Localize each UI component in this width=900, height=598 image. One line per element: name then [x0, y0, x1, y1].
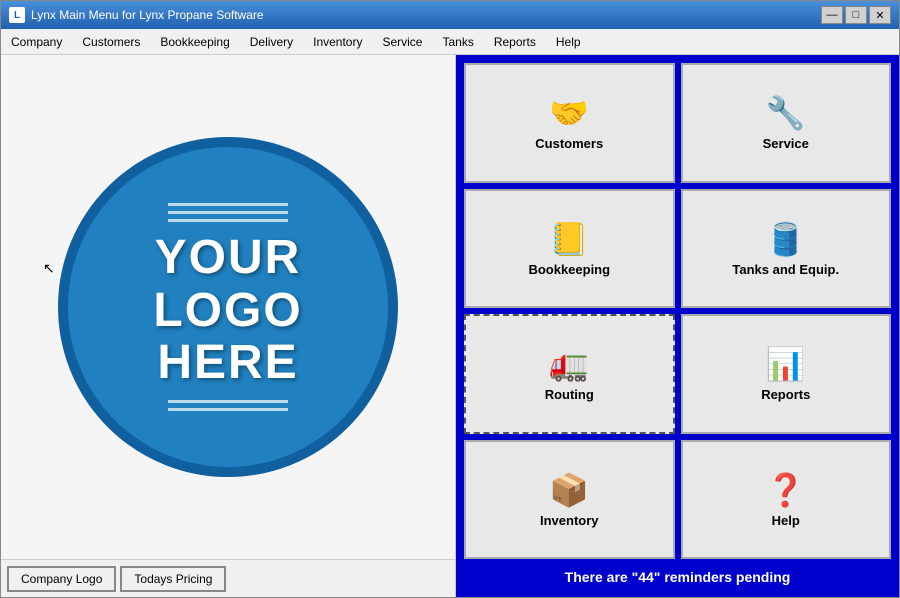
tanks-equip-button[interactable]: Tanks and Equip. — [681, 189, 892, 309]
menu-item-tanks[interactable]: Tanks — [432, 29, 483, 54]
logo-line-5 — [168, 408, 288, 411]
right-panel: Customers Service Bookkeeping Tanks and … — [456, 55, 899, 597]
reports-label: Reports — [761, 387, 810, 402]
main-window: L Lynx Main Menu for Lynx Propane Softwa… — [0, 0, 900, 598]
menu-item-inventory[interactable]: Inventory — [303, 29, 372, 54]
customers-button[interactable]: Customers — [464, 63, 675, 183]
wrench-icon — [766, 94, 806, 130]
logo-line-3 — [168, 219, 288, 222]
menu-item-customers[interactable]: Customers — [72, 29, 150, 54]
todays-pricing-button[interactable]: Todays Pricing — [120, 566, 226, 592]
bookkeeping-label: Bookkeeping — [528, 262, 610, 277]
handshake-icon — [549, 94, 589, 130]
window-title: Lynx Main Menu for Lynx Propane Software — [31, 8, 821, 22]
logo-lines-top — [168, 203, 288, 222]
company-logo-button[interactable]: Company Logo — [7, 566, 116, 592]
report-icon — [766, 345, 806, 381]
routing-label: Routing — [545, 387, 594, 402]
minimize-button[interactable]: — — [821, 6, 843, 24]
left-panel: YOUR LOGO HERE ↖ Company Logo Todays Pri… — [1, 55, 456, 597]
service-button[interactable]: Service — [681, 63, 892, 183]
service-label: Service — [763, 136, 809, 151]
barcode-icon — [549, 471, 589, 507]
menu-bar: Company Customers Bookkeeping Delivery I… — [1, 29, 899, 55]
menu-item-company[interactable]: Company — [1, 29, 72, 54]
maximize-button[interactable]: □ — [845, 6, 867, 24]
logo-circle: YOUR LOGO HERE — [58, 137, 398, 477]
inventory-label: Inventory — [540, 513, 599, 528]
menu-item-service[interactable]: Service — [372, 29, 432, 54]
logo-line-1 — [168, 203, 288, 206]
logo-lines-bottom — [168, 400, 288, 411]
menu-item-bookkeeping[interactable]: Bookkeeping — [150, 29, 239, 54]
logo-line-2 — [168, 211, 288, 214]
tank-icon — [766, 220, 806, 256]
title-bar: L Lynx Main Menu for Lynx Propane Softwa… — [1, 1, 899, 29]
menu-item-help[interactable]: Help — [546, 29, 591, 54]
book-icon — [549, 220, 589, 256]
button-grid: Customers Service Bookkeeping Tanks and … — [464, 63, 891, 559]
main-content: YOUR LOGO HERE ↖ Company Logo Todays Pri… — [1, 55, 899, 597]
bottom-bar: Company Logo Todays Pricing — [1, 559, 455, 597]
close-button[interactable]: ✕ — [869, 6, 891, 24]
window-controls: — □ ✕ — [821, 6, 891, 24]
menu-item-delivery[interactable]: Delivery — [240, 29, 303, 54]
app-icon: L — [9, 7, 25, 23]
tanks-equip-label: Tanks and Equip. — [732, 262, 839, 277]
help-icon — [766, 471, 806, 507]
mouse-cursor: ↖ — [43, 260, 55, 277]
inventory-button[interactable]: Inventory — [464, 440, 675, 560]
help-label: Help — [772, 513, 800, 528]
customers-label: Customers — [535, 136, 603, 151]
menu-item-reports[interactable]: Reports — [484, 29, 546, 54]
truck-icon — [549, 345, 589, 381]
logo-text: YOUR LOGO HERE — [153, 232, 302, 390]
logo-area: YOUR LOGO HERE ↖ — [1, 55, 455, 559]
logo-line-4 — [168, 400, 288, 403]
reports-button[interactable]: Reports — [681, 314, 892, 434]
help-button[interactable]: Help — [681, 440, 892, 560]
routing-button[interactable]: Routing — [464, 314, 675, 434]
bookkeeping-button[interactable]: Bookkeeping — [464, 189, 675, 309]
reminder-text: There are "44" reminders pending — [464, 565, 891, 589]
